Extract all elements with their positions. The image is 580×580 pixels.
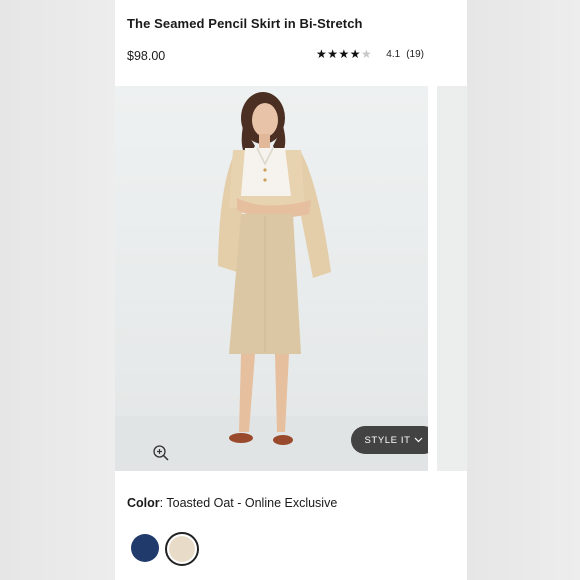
style-it-button[interactable]: STYLE IT: [351, 426, 428, 454]
zoom-in-icon[interactable]: [152, 444, 170, 462]
product-rating[interactable]: ★★★★★ ★★★★★ 4.1 (19): [316, 48, 424, 60]
selected-color: Toasted Oat - Online Exclusive: [166, 496, 338, 510]
color-label: Color: [127, 496, 160, 510]
style-it-label: STYLE IT: [364, 434, 411, 446]
color-selection: Color: Toasted Oat - Online Exclusive: [127, 496, 338, 510]
rating-value: 4.1: [386, 48, 401, 60]
rating-count[interactable]: (19): [406, 49, 424, 60]
swatch-navy[interactable]: [131, 534, 159, 562]
background-right: [467, 0, 580, 580]
model-photo: [115, 92, 428, 471]
rating-stars: ★★★★★ ★★★★★: [316, 48, 372, 60]
next-image-preview[interactable]: [437, 86, 467, 471]
stars-filled: ★★★★★: [316, 48, 362, 60]
product-gallery[interactable]: STYLE IT: [115, 86, 467, 471]
chevron-down-icon: [415, 437, 423, 443]
product-price: $98.00: [127, 49, 166, 63]
product-title: The Seamed Pencil Skirt in Bi-Stretch: [127, 16, 363, 31]
product-card: The Seamed Pencil Skirt in Bi-Stretch $9…: [115, 0, 467, 580]
background-left: [0, 0, 115, 580]
product-image[interactable]: STYLE IT: [115, 86, 428, 471]
swatch-toasted-oat[interactable]: [169, 536, 195, 562]
